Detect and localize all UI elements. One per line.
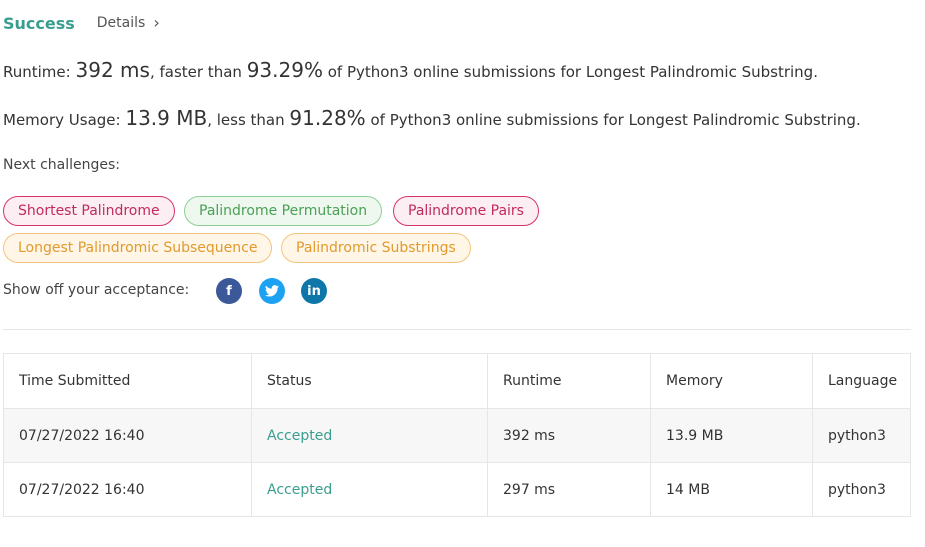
cell-time-submitted: 07/27/2022 16:40 [19, 427, 145, 444]
challenge-tag-palindrome-pairs[interactable]: Palindrome Pairs [393, 196, 539, 226]
cell-status: Accepted [251, 463, 487, 516]
runtime-suffix: of Python3 online submissions for Longes… [327, 63, 818, 81]
accepted-link[interactable]: Accepted [267, 482, 332, 498]
cell-language: python3 [812, 409, 910, 462]
cell-memory: 14 MB [650, 463, 812, 516]
runtime-label: Runtime: [3, 63, 71, 81]
linkedin-glyph: in [307, 283, 321, 299]
memory-mid: , less than [207, 111, 285, 129]
facebook-glyph: f [226, 283, 232, 299]
runtime-percent: 93.29% [246, 58, 323, 82]
submissions-table: Time Submitted Status Runtime Memory Lan… [3, 353, 911, 517]
memory-percent: 91.28% [289, 106, 366, 130]
twitter-bird-icon [265, 285, 279, 297]
twitter-icon[interactable] [259, 278, 285, 304]
runtime-summary: Runtime: 392 ms, faster than 93.29% of P… [3, 58, 818, 82]
header-language: Language [812, 354, 910, 408]
cell-memory: 13.9 MB [650, 409, 812, 462]
header-time-submitted: Time Submitted [19, 373, 131, 389]
cell-status: Accepted [251, 409, 487, 462]
memory-label: Memory Usage: [3, 111, 121, 129]
table-row: 07/27/2022 16:40 Accepted 392 ms 13.9 MB… [4, 408, 910, 462]
challenge-tag-label: Palindrome Pairs [408, 203, 524, 219]
runtime-value: 392 ms [75, 58, 150, 82]
challenge-tag-label: Shortest Palindrome [18, 203, 160, 219]
divider [3, 329, 911, 330]
memory-value: 13.9 MB [125, 106, 208, 130]
table-row: 07/27/2022 16:40 Accepted 297 ms 14 MB p… [4, 462, 910, 516]
next-challenges-label: Next challenges: [3, 157, 120, 173]
challenge-tag-label: Longest Palindromic Subsequence [18, 240, 258, 256]
linkedin-icon[interactable]: in [301, 278, 327, 304]
challenge-tag-label: Palindromic Substrings [296, 240, 456, 256]
status-success: Success [3, 13, 75, 33]
cell-language: python3 [812, 463, 910, 516]
chevron-right-icon: › [153, 13, 160, 32]
table-header-row: Time Submitted Status Runtime Memory Lan… [4, 354, 910, 408]
header-status: Status [251, 354, 487, 408]
share-label: Show off your acceptance: [3, 282, 190, 298]
runtime-mid: , faster than [149, 63, 242, 81]
details-label: Details [96, 15, 146, 31]
challenge-tag-longest-palindromic-subsequence[interactable]: Longest Palindromic Subsequence [3, 233, 273, 263]
header-memory: Memory [650, 354, 812, 408]
details-link[interactable]: Details › [96, 13, 160, 32]
cell-runtime: 392 ms [487, 409, 650, 462]
memory-suffix: of Python3 online submissions for Longes… [370, 111, 861, 129]
header-runtime: Runtime [487, 354, 650, 408]
facebook-icon[interactable]: f [216, 278, 242, 304]
challenge-tag-palindrome-permutation[interactable]: Palindrome Permutation [184, 196, 383, 226]
challenge-tag-palindromic-substrings[interactable]: Palindromic Substrings [281, 233, 471, 263]
challenge-tag-shortest-palindrome[interactable]: Shortest Palindrome [3, 196, 175, 226]
challenge-tag-label: Palindrome Permutation [199, 203, 368, 219]
accepted-link[interactable]: Accepted [267, 428, 332, 444]
memory-summary: Memory Usage: 13.9 MB, less than 91.28% … [3, 106, 861, 130]
cell-runtime: 297 ms [487, 463, 650, 516]
cell-time-submitted: 07/27/2022 16:40 [19, 481, 145, 498]
result-header: Success Details › [3, 10, 160, 36]
